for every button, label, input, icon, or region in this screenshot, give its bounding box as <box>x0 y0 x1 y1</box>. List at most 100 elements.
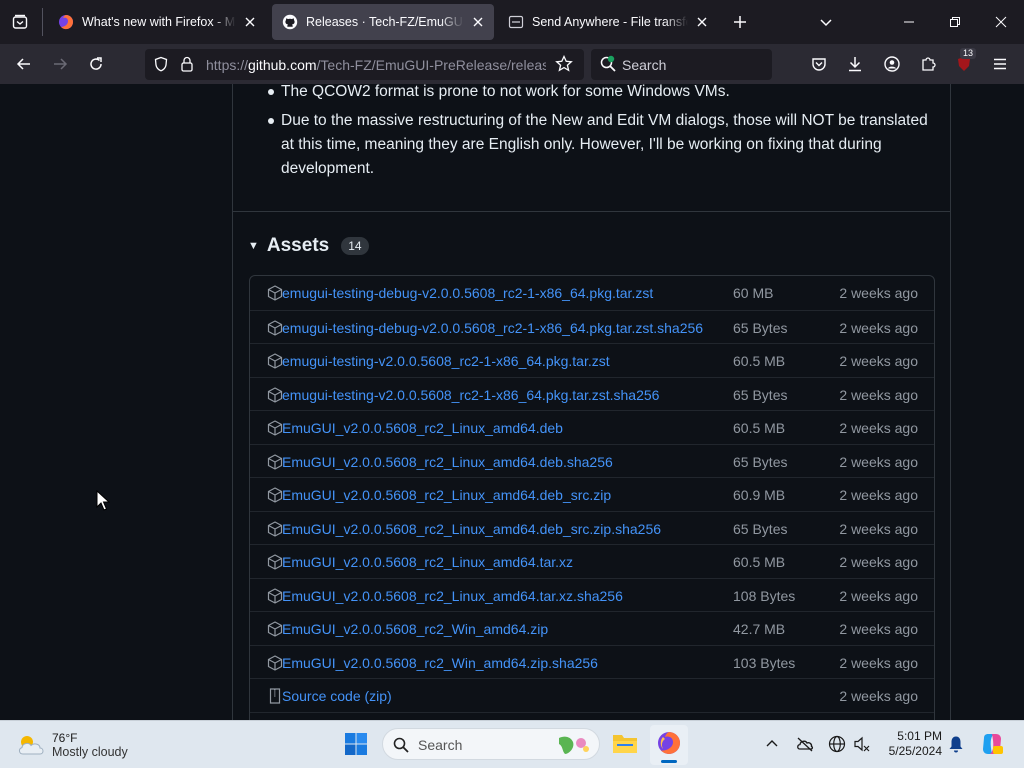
firefox-taskbar-button[interactable] <box>650 725 688 765</box>
site-info-shield-icon[interactable] <box>153 56 169 72</box>
extension-ublock-button[interactable]: 13 <box>950 48 978 78</box>
url-text[interactable]: https://github.com/Tech-FZ/EmuGUI-PreRel… <box>206 57 546 73</box>
notifications-button[interactable] <box>946 734 966 754</box>
weather-condition: Mostly cloudy <box>52 745 128 759</box>
tab-github-releases[interactable]: Releases · Tech-FZ/EmuGUI-PreRelease <box>272 4 494 40</box>
asset-date: 2 weeks ago <box>839 621 918 637</box>
asset-download-link[interactable]: emugui-testing-debug-v2.0.0.5608_rc2-1-x… <box>282 320 703 336</box>
asset-download-link[interactable]: emugui-testing-v2.0.0.5608_rc2-1-x86_64.… <box>282 353 610 369</box>
restore-button[interactable] <box>932 0 978 44</box>
asset-date: 2 weeks ago <box>839 420 918 436</box>
language-tray-button[interactable] <box>827 734 847 754</box>
account-button[interactable] <box>878 50 906 78</box>
downloads-button[interactable] <box>841 50 869 78</box>
weather-widget[interactable]: 76°F Mostly cloudy <box>16 728 128 762</box>
assets-list: emugui-testing-debug-v2.0.0.5608_rc2-1-x… <box>249 275 935 720</box>
github-release-page: The QCOW2 format is prone to not work fo… <box>0 84 1024 720</box>
asset-size: 103 Bytes <box>733 654 796 671</box>
extensions-button[interactable] <box>914 50 942 78</box>
tab-title: What's new with Firefox - More <box>82 15 236 29</box>
back-button[interactable] <box>10 50 38 78</box>
tab-firefox-whats-new[interactable]: What's new with Firefox - More <box>48 4 266 40</box>
reload-button[interactable] <box>82 50 110 78</box>
package-icon <box>267 554 283 570</box>
close-icon <box>473 17 483 27</box>
app-menu-button[interactable] <box>986 50 1014 78</box>
windows-start-icon[interactable] <box>344 732 368 756</box>
arrow-right-icon <box>54 58 68 70</box>
asset-download-link[interactable]: emugui-testing-debug-v2.0.0.5608_rc2-1-x… <box>282 285 653 301</box>
search-icon <box>393 737 409 753</box>
asset-row: EmuGUI_v2.0.0.5608_rc2_Linux_amd64.tar.x… <box>250 544 934 578</box>
url-host: github.com <box>248 57 317 73</box>
tab-list-button[interactable] <box>6 8 34 36</box>
asset-download-link[interactable]: EmuGUI_v2.0.0.5608_rc2_Linux_amd64.tar.x… <box>282 554 573 570</box>
hamburger-menu-icon <box>994 58 1006 70</box>
search-engine-icon <box>600 55 616 72</box>
url-bar[interactable]: https://github.com/Tech-FZ/EmuGUI-PreRel… <box>145 49 584 80</box>
asset-date: 2 weeks ago <box>839 453 918 470</box>
asset-date: 2 weeks ago <box>839 688 918 704</box>
taskbar-clock[interactable]: 5:01 PM 5/25/2024 <box>868 729 942 759</box>
asset-size: 65 Bytes <box>733 520 788 537</box>
asset-row: emugui-testing-v2.0.0.5608_rc2-1-x86_64.… <box>250 376 934 411</box>
assets-toggle[interactable]: ▼ Assets 14 <box>248 232 369 260</box>
plus-icon <box>734 16 746 28</box>
tab-send-anywhere[interactable]: Send Anywhere - File transfer <box>498 4 718 40</box>
asset-date: 2 weeks ago <box>839 319 918 336</box>
restore-icon <box>950 17 960 27</box>
minimize-button[interactable] <box>886 0 932 44</box>
asset-download-link[interactable]: EmuGUI_v2.0.0.5608_rc2_Linux_amd64.deb <box>282 420 563 436</box>
close-icon <box>697 17 707 27</box>
globe-icon <box>828 735 846 753</box>
close-tab-button[interactable] <box>694 14 710 30</box>
forward-button[interactable] <box>46 50 74 78</box>
asset-download-link[interactable]: EmuGUI_v2.0.0.5608_rc2_Linux_amd64.deb_s… <box>282 487 611 503</box>
weather-temperature: 76°F <box>52 731 78 745</box>
firefox-icon <box>658 732 680 754</box>
asset-size: 60.5 MB <box>733 420 786 436</box>
asset-row: EmuGUI_v2.0.0.5608_rc2_Linux_amd64.tar.x… <box>250 577 934 612</box>
cloud-offline-icon <box>797 737 814 752</box>
tab-list-icon <box>12 14 28 29</box>
new-tab-button[interactable] <box>726 8 754 36</box>
reload-icon <box>90 57 102 70</box>
taskbar-search-box[interactable]: Search <box>382 728 600 760</box>
search-bar[interactable]: Search <box>591 49 772 80</box>
file-explorer-icon[interactable] <box>612 731 638 755</box>
assets-heading: Assets <box>266 235 330 256</box>
send-anywhere-icon <box>508 15 524 29</box>
close-tab-button[interactable] <box>242 14 258 30</box>
tab-title: Send Anywhere - File transfer <box>532 15 688 29</box>
asset-row-source-code: Source code (zip) 2 weeks ago <box>250 678 934 712</box>
pocket-icon <box>812 58 826 71</box>
lock-icon[interactable] <box>179 56 195 72</box>
asset-download-link[interactable]: EmuGUI_v2.0.0.5608_rc2_Linux_amd64.deb.s… <box>282 454 613 470</box>
close-window-button[interactable] <box>978 0 1024 44</box>
firefox-icon <box>59 15 74 30</box>
source-code-link[interactable]: Source code (zip) <box>282 688 392 704</box>
close-tab-button[interactable] <box>470 14 486 30</box>
clock-time: 5:01 PM <box>897 729 942 743</box>
chevron-up-icon <box>766 740 778 747</box>
asset-download-link[interactable]: EmuGUI_v2.0.0.5608_rc2_Win_amd64.zip.sha… <box>282 655 598 671</box>
release-note-item: The QCOW2 format is prone to not work fo… <box>268 84 936 104</box>
package-icon <box>267 319 283 336</box>
asset-download-link[interactable]: emugui-testing-v2.0.0.5608_rc2-1-x86_64.… <box>282 387 659 403</box>
asset-size: 42.7 MB <box>733 621 786 637</box>
bookmark-star-icon[interactable] <box>555 55 573 73</box>
bell-icon <box>949 736 963 753</box>
source-code-label: Source code <box>282 688 361 704</box>
asset-download-link[interactable]: EmuGUI_v2.0.0.5608_rc2_Linux_amd64.deb_s… <box>282 521 661 537</box>
network-tray-button[interactable] <box>795 734 815 754</box>
list-all-tabs-button[interactable] <box>812 8 840 36</box>
show-hidden-icons-button[interactable] <box>762 734 782 754</box>
copilot-button[interactable] <box>980 732 1004 756</box>
pocket-button[interactable] <box>805 50 833 78</box>
package-icon <box>267 420 283 436</box>
asset-row: emugui-testing-debug-v2.0.0.5608_rc2-1-x… <box>250 276 934 310</box>
active-app-indicator <box>661 760 677 763</box>
asset-download-link[interactable]: EmuGUI_v2.0.0.5608_rc2_Linux_amd64.tar.x… <box>282 588 623 604</box>
minimize-icon <box>904 21 914 23</box>
asset-download-link[interactable]: EmuGUI_v2.0.0.5608_rc2_Win_amd64.zip <box>282 621 548 637</box>
